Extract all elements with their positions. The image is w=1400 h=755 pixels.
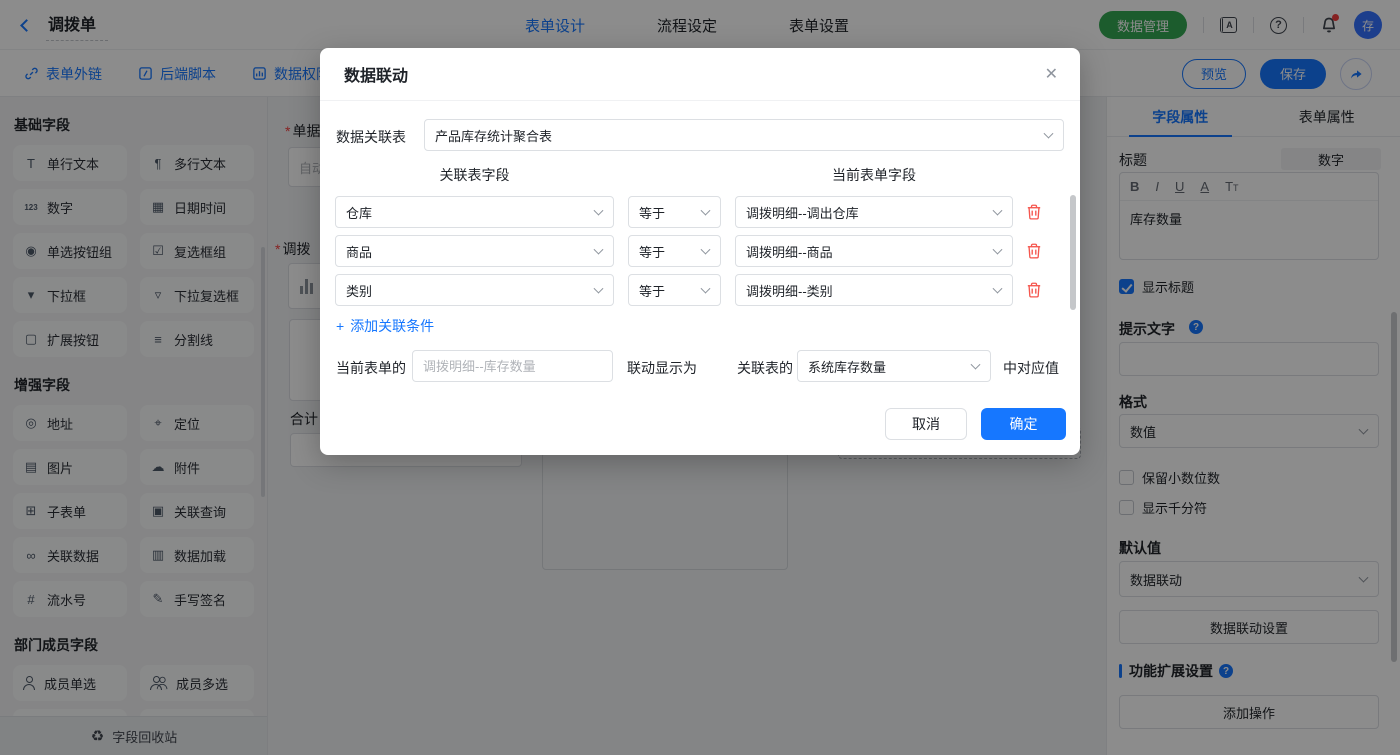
operator-select[interactable]: 等于 [628,196,721,228]
delete-condition-button[interactable] [1025,281,1043,299]
linkage-verb-label: 联动显示为 [627,358,697,378]
linkage-prefix-label: 当前表单的 [336,358,406,378]
relation-table-label: 数据关联表 [336,127,406,147]
chevron-down-icon [1044,129,1054,139]
target-field-select[interactable]: 系统库存数量 [797,350,991,382]
source-field-input[interactable] [412,350,613,382]
relation-table-select[interactable]: 产品库存统计聚合表 [424,119,1064,151]
operator-select[interactable]: 等于 [628,235,721,267]
cancel-button[interactable]: 取消 [885,408,967,440]
condition-row: 商品 等于 调拨明细--商品 [335,235,1043,267]
chevron-down-icon [993,206,1003,216]
condition-row: 仓库 等于 调拨明细--调出仓库 [335,196,1043,228]
chevron-down-icon [993,284,1003,294]
data-linkage-modal: 数据联动 ✕ 数据关联表 产品库存统计聚合表 关联表字段 当前表单字段 仓库 等… [320,48,1080,455]
trash-icon [1025,242,1043,260]
chevron-down-icon [701,245,711,255]
linkage-suffix-label: 中对应值 [1003,358,1059,378]
close-icon[interactable]: ✕ [1045,64,1058,84]
plus-icon: + [336,318,344,334]
chevron-down-icon [701,206,711,216]
confirm-button[interactable]: 确定 [981,408,1066,440]
chevron-down-icon [594,245,604,255]
delete-condition-button[interactable] [1025,203,1043,221]
trash-icon [1025,203,1043,221]
chevron-down-icon [594,284,604,294]
trash-icon [1025,281,1043,299]
chevron-down-icon [971,360,981,370]
column-header-relation-field: 关联表字段 [335,165,614,185]
add-condition-link[interactable]: +添加关联条件 [336,316,434,336]
chevron-down-icon [594,206,604,216]
modal-title: 数据联动 [344,62,408,86]
chevron-down-icon [701,284,711,294]
relation-field-select[interactable]: 类别 [335,274,614,306]
linkage-of-table-label: 关联表的 [737,358,793,378]
relation-field-select[interactable]: 商品 [335,235,614,267]
delete-condition-button[interactable] [1025,242,1043,260]
chevron-down-icon [993,245,1003,255]
form-field-select[interactable]: 调拨明细--调出仓库 [735,196,1013,228]
app-window: 调拨单 表单设计 流程设定 表单设置 数据管理 A ? 存 表单外链 [0,0,1400,755]
column-header-current-form-field: 当前表单字段 [735,165,1013,185]
form-field-select[interactable]: 调拨明细--商品 [735,235,1013,267]
form-field-select[interactable]: 调拨明细--类别 [735,274,1013,306]
modal-scrollbar-thumb[interactable] [1070,195,1076,310]
operator-select[interactable]: 等于 [628,274,721,306]
condition-row: 类别 等于 调拨明细--类别 [335,274,1043,306]
relation-field-select[interactable]: 仓库 [335,196,614,228]
